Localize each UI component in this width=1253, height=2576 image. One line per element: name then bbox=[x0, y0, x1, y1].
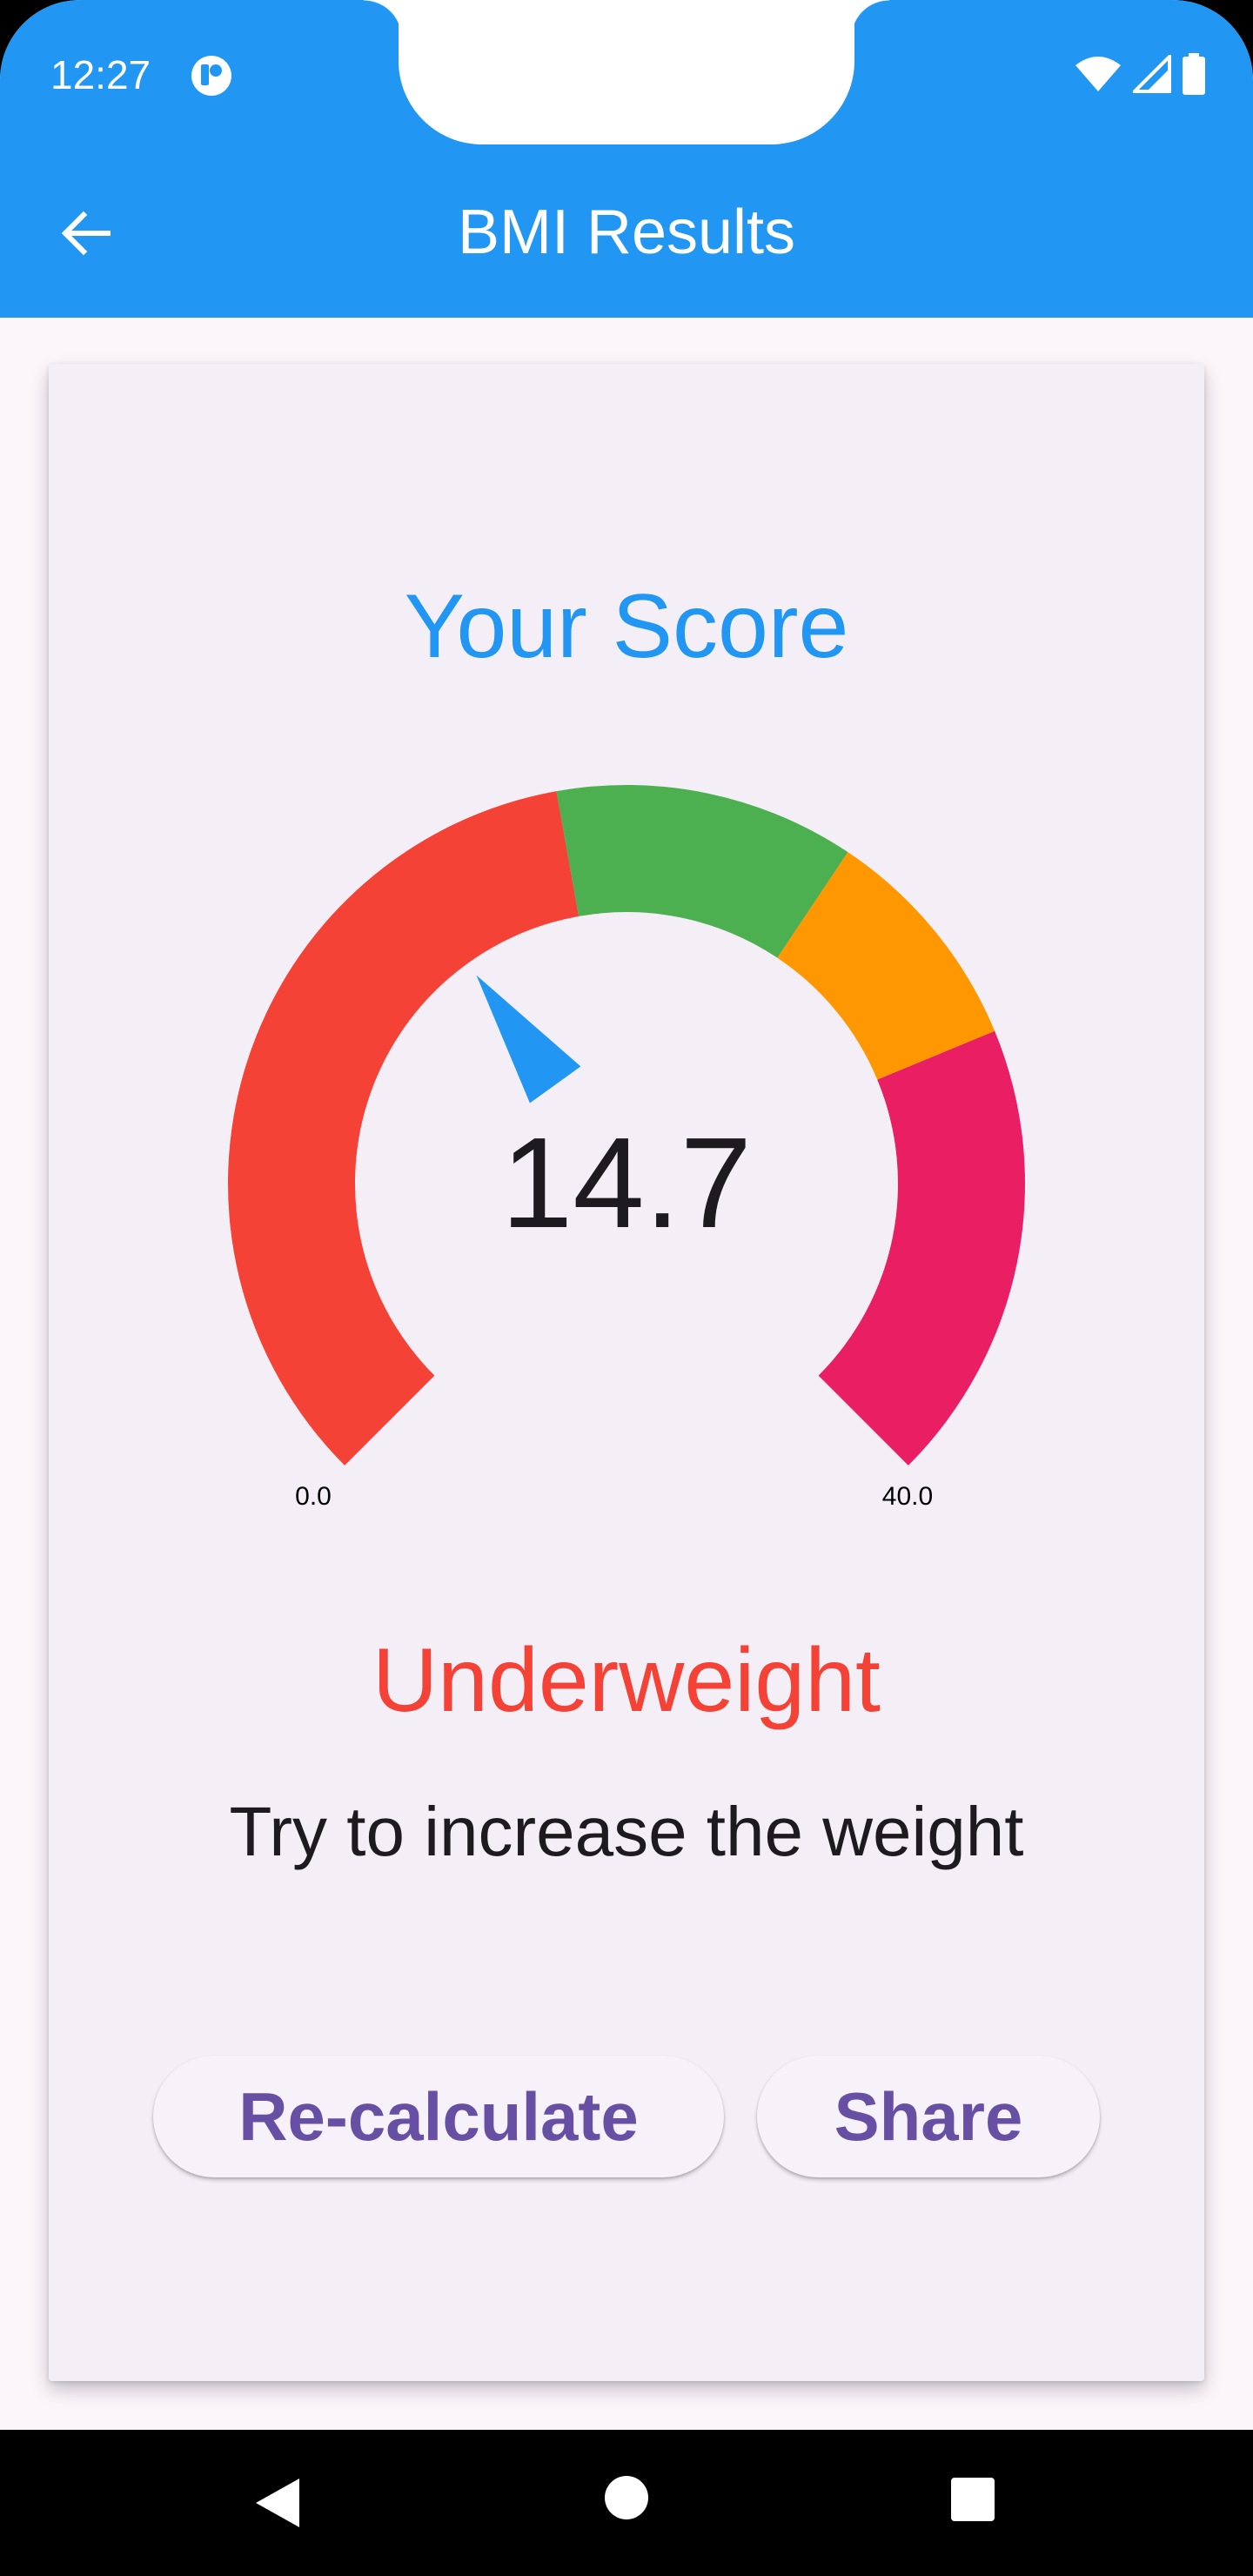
nav-recents-icon[interactable] bbox=[950, 2477, 995, 2522]
nav-home-icon[interactable] bbox=[604, 2475, 649, 2520]
bmi-category: Underweight bbox=[372, 1630, 881, 1731]
share-button[interactable]: Share bbox=[757, 2056, 1100, 2177]
bmi-gauge bbox=[228, 785, 1025, 1466]
gauge-needle bbox=[476, 975, 581, 1104]
nav-back-icon[interactable] bbox=[252, 2477, 301, 2529]
score-value: 14.7 bbox=[500, 1111, 753, 1255]
screen: 12:27 BMI Results Your Score 14.7 0.0 40… bbox=[0, 0, 1253, 2576]
recalculate-button[interactable]: Re-calculate bbox=[153, 2056, 724, 2177]
advice-text: Try to increase the weight bbox=[229, 1793, 1024, 1870]
gauge-max-label: 40.0 bbox=[881, 1482, 934, 1511]
system-nav-bar bbox=[0, 2430, 1253, 2576]
gauge-min-label: 0.0 bbox=[295, 1482, 332, 1511]
